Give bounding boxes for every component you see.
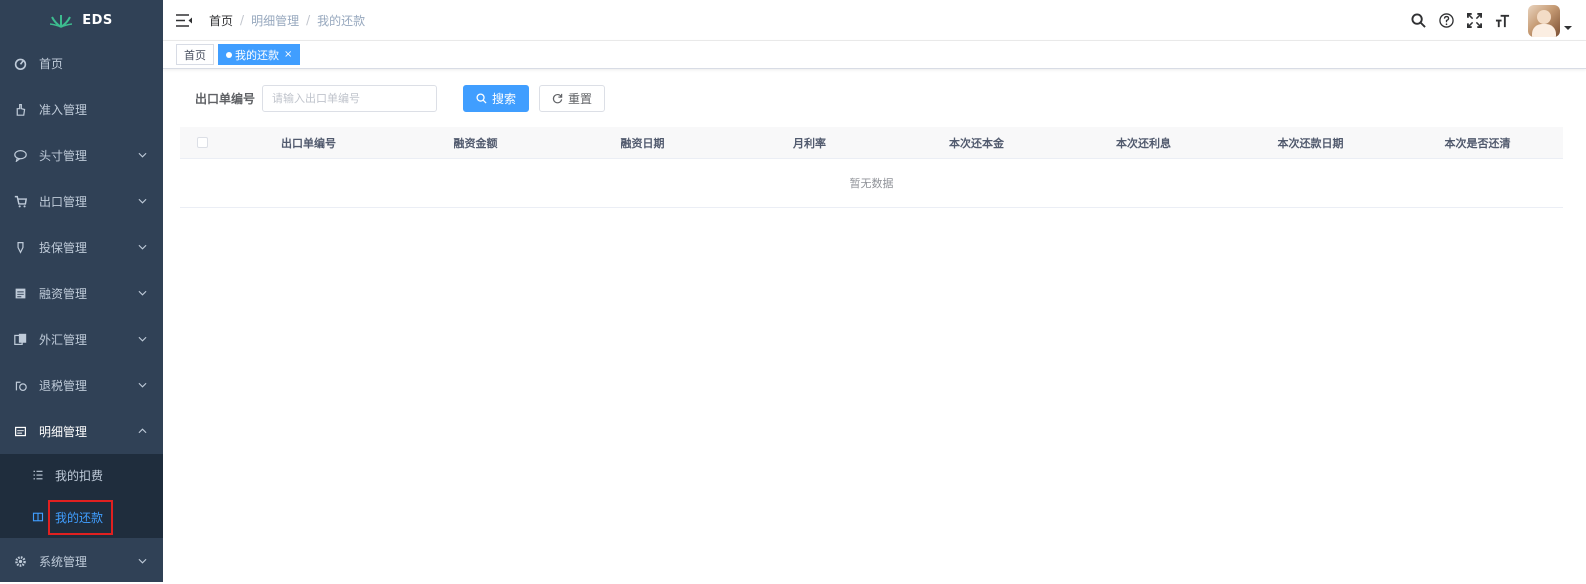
document-icon — [14, 287, 27, 300]
active-dot-icon — [226, 52, 232, 58]
sidebar-item-label: 退税管理 — [39, 377, 87, 394]
breadcrumb-item-current: 我的还款 — [317, 12, 365, 29]
sidebar-item-label: 出口管理 — [39, 193, 87, 210]
search-button-label: 搜索 — [492, 90, 516, 107]
tag-label: 首页 — [184, 47, 206, 63]
help-icon[interactable] — [1438, 13, 1454, 29]
column-header[interactable]: 本次是否还清 — [1394, 135, 1561, 151]
search-button[interactable]: 搜索 — [463, 85, 529, 112]
search-form: 出口单编号 搜索 重置 — [195, 85, 605, 112]
sidebar-item-insurance[interactable]: 投保管理 — [0, 224, 163, 270]
logo[interactable]: EDS — [0, 0, 163, 40]
export-number-input[interactable] — [262, 85, 437, 112]
breadcrumb-item-details: 明细管理 — [251, 12, 299, 29]
table-header: 出口单编号 融资金额 融资日期 月利率 本次还本金 本次还利息 本次还款日期 本… — [180, 127, 1563, 159]
refresh-icon — [552, 93, 563, 104]
pin-icon — [14, 241, 27, 254]
chevron-down-icon — [138, 335, 147, 344]
select-all-checkbox[interactable] — [197, 137, 208, 148]
sidebar-item-system[interactable]: 系统管理 — [0, 538, 163, 584]
chevron-down-icon — [138, 289, 147, 298]
tags-view: 首页 我的还款 × — [163, 41, 1586, 69]
hand-icon — [14, 103, 27, 116]
tax-icon — [14, 379, 27, 392]
sidebar-item-access[interactable]: 准入管理 — [0, 86, 163, 132]
repayment-table: 出口单编号 融资金额 融资日期 月利率 本次还本金 本次还利息 本次还款日期 本… — [180, 127, 1563, 208]
sidebar-subitem-label: 我的还款 — [55, 509, 103, 526]
column-header[interactable]: 本次还本金 — [893, 135, 1060, 151]
sidebar-item-forex[interactable]: 外汇管理 — [0, 316, 163, 362]
chevron-up-icon — [138, 427, 147, 436]
avatar[interactable] — [1528, 5, 1560, 37]
table-header-checkbox-cell — [180, 137, 225, 148]
chevron-down-icon — [138, 151, 147, 160]
column-header[interactable]: 融资日期 — [559, 135, 726, 151]
close-icon[interactable]: × — [284, 49, 292, 60]
sidebar: EDS 首页 准入管理 头寸管理 出口管理 投保管理 融资管理 外汇管理 退税管… — [0, 0, 163, 582]
submenu-details: 我的扣费 我的还款 — [0, 454, 163, 538]
chevron-down-icon — [138, 381, 147, 390]
sidebar-item-financing[interactable]: 融资管理 — [0, 270, 163, 316]
dashboard-icon — [14, 57, 27, 70]
sidebar-item-details[interactable]: 明细管理 — [0, 408, 163, 454]
sidebar-item-label: 投保管理 — [39, 239, 87, 256]
logo-text: EDS — [82, 13, 113, 28]
detail-icon — [14, 425, 27, 438]
sidebar-item-label: 头寸管理 — [39, 147, 87, 164]
font-size-icon[interactable] — [1494, 13, 1510, 29]
right-menu — [1398, 0, 1572, 41]
chat-icon — [14, 149, 27, 162]
empty-state-text: 暂无数据 — [180, 159, 1563, 208]
sidebar-item-label: 系统管理 — [39, 553, 87, 570]
breadcrumb: 首页 / 明细管理 / 我的还款 — [209, 12, 365, 29]
column-header[interactable]: 本次还利息 — [1060, 135, 1227, 151]
caret-down-icon[interactable] — [1564, 24, 1572, 32]
main-content: 出口单编号 搜索 重置 出口单编号 融资金额 融资日期 月利率 本次还本金 本次… — [163, 70, 1586, 582]
sidebar-subitem-label: 我的扣费 — [55, 467, 103, 484]
tag-my-repayments[interactable]: 我的还款 × — [218, 44, 300, 65]
breadcrumb-separator: / — [240, 13, 244, 27]
book-icon — [32, 511, 44, 523]
sidebar-item-export[interactable]: 出口管理 — [0, 178, 163, 224]
fullscreen-icon[interactable] — [1466, 13, 1482, 29]
sidebar-item-label: 首页 — [39, 55, 63, 72]
breadcrumb-separator: / — [306, 13, 310, 27]
search-icon — [476, 93, 487, 104]
sidebar-item-label: 外汇管理 — [39, 331, 87, 348]
export-number-label: 出口单编号 — [195, 90, 262, 107]
chevron-down-icon — [138, 243, 147, 252]
column-header[interactable]: 融资金额 — [392, 135, 559, 151]
navbar: 首页 / 明细管理 / 我的还款 — [163, 0, 1586, 41]
reset-button-label: 重置 — [568, 90, 592, 107]
chevron-down-icon — [138, 197, 147, 206]
reset-button[interactable]: 重置 — [539, 85, 605, 112]
column-header[interactable]: 本次还款日期 — [1227, 135, 1394, 151]
sidebar-item-label: 融资管理 — [39, 285, 87, 302]
logo-icon — [50, 12, 72, 28]
sidebar-item-position[interactable]: 头寸管理 — [0, 132, 163, 178]
cart-icon — [14, 195, 27, 208]
column-header[interactable]: 出口单编号 — [225, 135, 392, 151]
tag-label: 我的还款 — [235, 47, 279, 63]
breadcrumb-item-home[interactable]: 首页 — [209, 12, 233, 29]
tag-home[interactable]: 首页 — [176, 44, 214, 65]
sidebar-item-label: 准入管理 — [39, 101, 87, 118]
sidebar-item-label: 明细管理 — [39, 423, 87, 440]
chevron-down-icon — [138, 557, 147, 566]
list-icon — [32, 469, 44, 481]
sidebar-subitem-my-deductions[interactable]: 我的扣费 — [0, 454, 163, 496]
sidebar-subitem-my-repayments[interactable]: 我的还款 — [0, 496, 163, 538]
gear-icon — [14, 555, 27, 568]
hamburger-icon[interactable] — [176, 14, 192, 27]
exchange-icon — [14, 333, 27, 346]
sidebar-item-tax-refund[interactable]: 退税管理 — [0, 362, 163, 408]
column-header[interactable]: 月利率 — [726, 135, 893, 151]
sidebar-item-home[interactable]: 首页 — [0, 40, 163, 86]
search-icon[interactable] — [1410, 13, 1426, 29]
